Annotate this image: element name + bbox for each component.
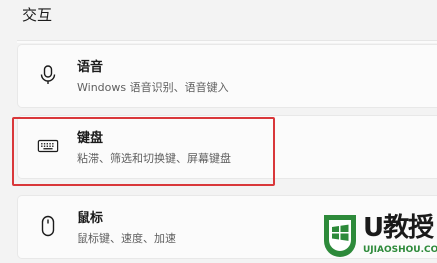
settings-item-description: Windows 语音识别、语音键入 (77, 81, 229, 94)
settings-item-label: 键盘 (77, 131, 104, 146)
previous-card-edge (17, 40, 437, 43)
watermark-brand: U教授 (363, 213, 434, 243)
microphone-icon (37, 64, 59, 86)
mouse-icon (37, 215, 59, 237)
shield-logo-icon (324, 215, 356, 257)
watermark-logo: U教授 UJIAOSHOU.COM (317, 211, 437, 263)
keyboard-icon (37, 135, 59, 157)
settings-page: 交互 语音 Windows 语音识别、语音键入 键盘 粘滞、筛选和切换键、屏幕键… (0, 0, 437, 263)
settings-item-label: 鼠标 (77, 211, 104, 226)
section-title: 交互 (22, 6, 53, 24)
settings-item-keyboard[interactable]: 键盘 粘滞、筛选和切换键、屏幕键盘 (17, 115, 437, 179)
settings-item-description: 粘滞、筛选和切换键、屏幕键盘 (77, 152, 231, 165)
watermark-url: UJIAOSHOU.COM (363, 245, 437, 255)
settings-item-speech[interactable]: 语音 Windows 语音识别、语音键入 (17, 44, 437, 108)
settings-item-label: 语音 (77, 60, 104, 75)
settings-item-description: 鼠标键、速度、加速 (77, 232, 176, 245)
